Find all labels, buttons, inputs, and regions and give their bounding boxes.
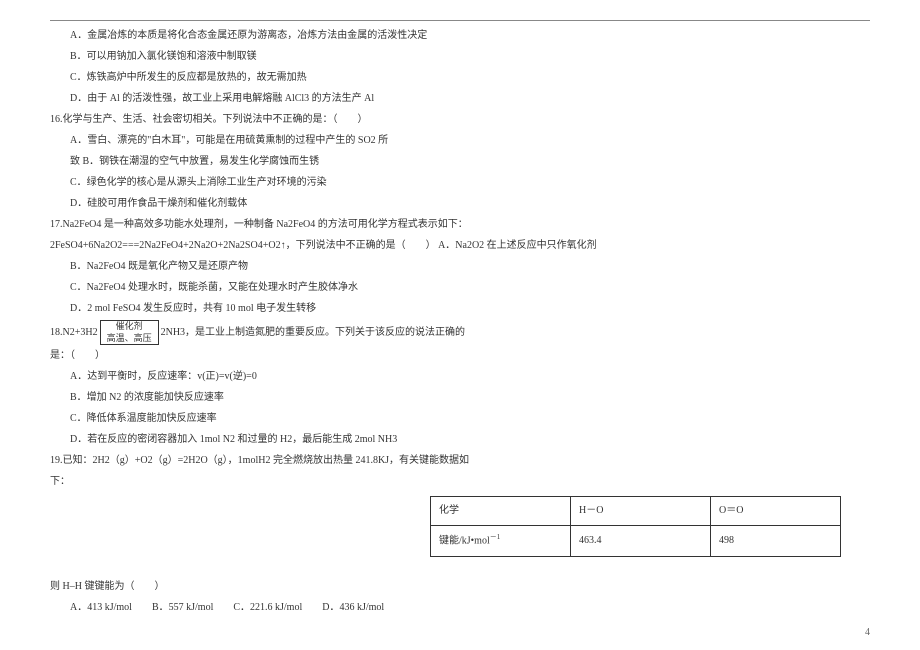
table-cell-r1c2: H－O xyxy=(571,497,711,526)
catalyst-box: 催化剂高温、高压 xyxy=(100,320,159,345)
q15-option-a: A．金属冶炼的本质是将化合态金属还原为游离态，冶炼方法由金属的活泼性决定 xyxy=(50,26,870,46)
table-cell-r2c2: 463.4 xyxy=(571,526,711,556)
q18-option-b: B．增加 N2 的浓度能加快反应速率 xyxy=(50,388,870,408)
q18-option-c: C．降低体系温度能加快反应速率 xyxy=(50,409,870,429)
q16-option-d: D．硅胶可用作食品干燥剂和催化剂载体 xyxy=(50,194,870,214)
q16-option-a2: 致 B．钢铁在潮湿的空气中放置，易发生化学腐蚀而生锈 xyxy=(50,152,870,172)
q15-option-d: D．由于 Al 的活泼性强，故工业上采用电解熔融 AlCl3 的方法生产 Al xyxy=(50,89,870,109)
q18-stem-line1: 18.N2+3H2催化剂高温、高压2NH3，是工业上制造氮肥的重要反应。下列关于… xyxy=(50,320,870,345)
table-cell-r1c3: O＝O xyxy=(711,497,841,526)
q15-option-c: C．炼铁高炉中所发生的反应都是放热的，故无需加热 xyxy=(50,68,870,88)
q19-options: A．413 kJ/mol B．557 kJ/mol C．221.6 kJ/mol… xyxy=(50,598,870,618)
q19-after: 则 H–H 键键能为（ ） xyxy=(50,577,870,597)
q17-equation: 2FeSO4+6Na2O2===2Na2FeO4+2Na2O+2Na2SO4+O… xyxy=(50,236,870,256)
q16-option-c: C．绿色化学的核心是从源头上消除工业生产对环境的污染 xyxy=(50,173,870,193)
q17-stem: 17.Na2FeO4 是一种高效多功能水处理剂，一种制备 Na2FeO4 的方法… xyxy=(50,215,870,235)
q18-post: 2NH3，是工业上制造氮肥的重要反应。下列关于该反应的说法正确的 xyxy=(161,327,465,338)
table-row: 键能/kJ•mol－1 463.4 498 xyxy=(431,526,841,556)
q19-stem: 19.已知：2H2（g）+O2（g）=2H2O（g），1molH2 完全燃烧放出… xyxy=(50,451,870,471)
q18-stem-line2: 是：（ ） xyxy=(50,346,870,366)
q18-option-d: D．若在反应的密闭容器加入 1mol N2 和过量的 H2，最后能生成 2mol… xyxy=(50,430,870,450)
table-cell-r2c1: 键能/kJ•mol－1 xyxy=(431,526,571,556)
table-cell-r2c3: 498 xyxy=(711,526,841,556)
q17-option-d: D．2 mol FeSO4 发生反应时，共有 10 mol 电子发生转移 xyxy=(50,299,870,319)
q18-option-a: A．达到平衡时，反应速率：v(正)=v(逆)=0 xyxy=(50,367,870,387)
q18-pre: 18.N2+3H2 xyxy=(50,327,98,338)
q17-option-b: B．Na2FeO4 既是氧化产物又是还原产物 xyxy=(50,257,870,277)
q17-option-c: C．Na2FeO4 处理水时，既能杀菌，又能在处理水时产生胶体净水 xyxy=(50,278,870,298)
q16-option-a: A．雪白、漂亮的"白木耳"，可能是在用硫黄熏制的过程中产生的 SO2 所 xyxy=(50,131,870,151)
q16-stem: 16.化学与生产、生活、社会密切相关。下列说法中不正确的是：（ ） xyxy=(50,110,870,130)
table-cell-r1c1: 化学 xyxy=(431,497,571,526)
catalyst-bottom: 高温、高压 xyxy=(107,333,152,345)
q19-stem2: 下： xyxy=(50,472,870,492)
q15-option-b: B．可以用钠加入氯化镁饱和溶液中制取镁 xyxy=(50,47,870,67)
catalyst-top: 催化剂 xyxy=(107,321,152,333)
page-number: 4 xyxy=(865,627,870,638)
table-row: 化学 H－O O＝O xyxy=(431,497,841,526)
bond-energy-table: 化学 H－O O＝O 键能/kJ•mol－1 463.4 498 xyxy=(430,496,841,556)
